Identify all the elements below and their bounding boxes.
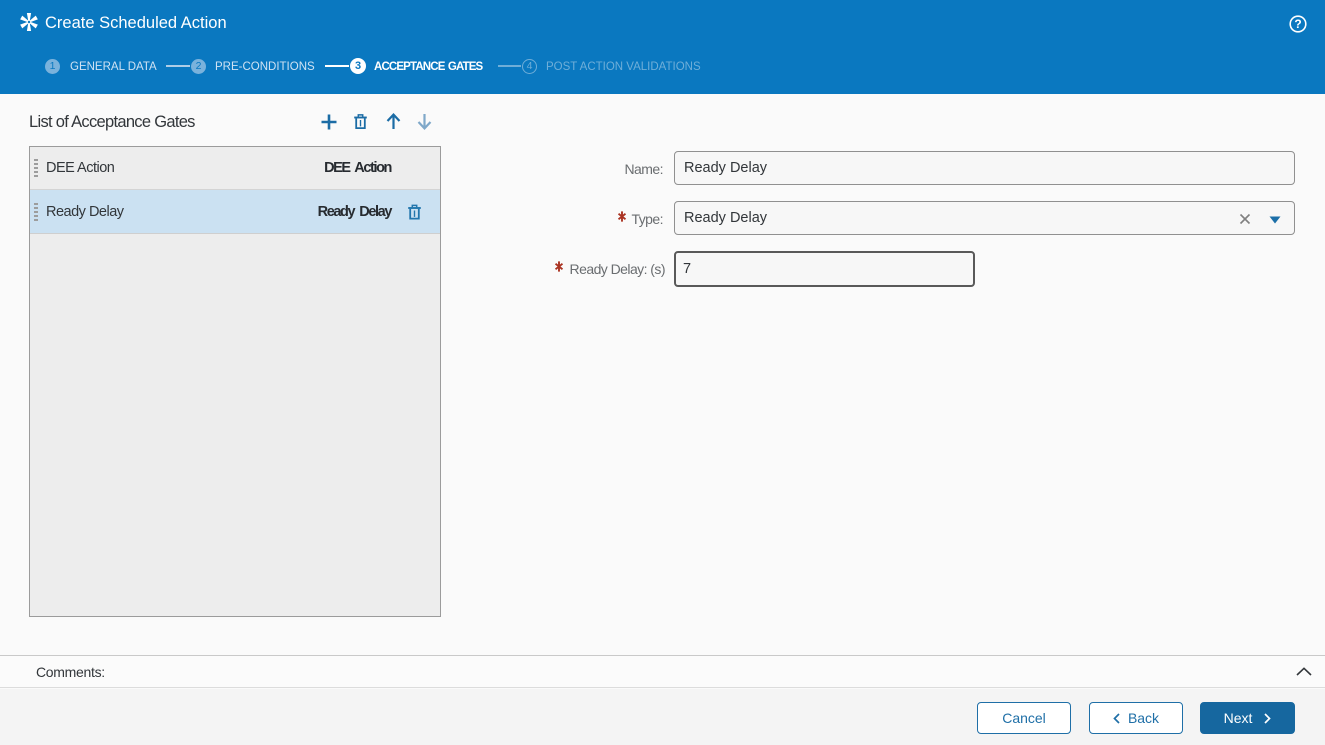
svg-text:?: ?: [1294, 17, 1301, 31]
